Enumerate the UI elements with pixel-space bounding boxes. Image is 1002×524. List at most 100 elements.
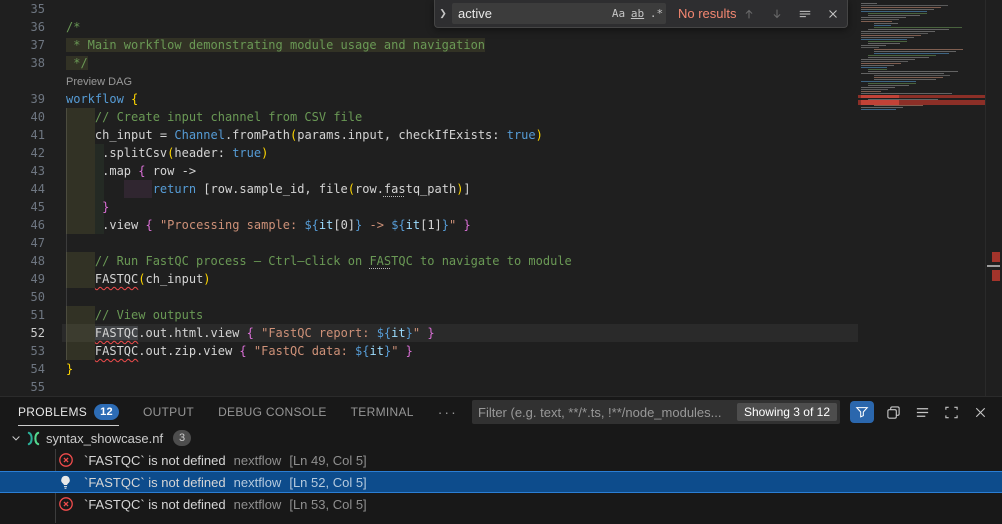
code-line[interactable]: .view { "Processing sample: ${it[0]} -> … <box>62 216 858 234</box>
code-line[interactable] <box>62 234 858 252</box>
tab-problems[interactable]: PROBLEMS 12 <box>18 398 119 426</box>
code-line[interactable]: * Main workflow demonstrating module usa… <box>62 36 858 54</box>
code-token: // Create input channel from CSV file <box>95 110 362 124</box>
minimap-line <box>868 41 907 42</box>
minimap-line <box>868 15 920 16</box>
minimap-line <box>861 21 892 22</box>
code-token: /* <box>66 20 80 34</box>
code-token: [0] <box>333 218 355 232</box>
tab-terminal[interactable]: TERMINAL <box>351 398 414 426</box>
code-area[interactable]: /* * Main workflow demonstrating module … <box>62 0 858 396</box>
code-token: ) <box>203 272 210 286</box>
minimap-line <box>868 69 887 70</box>
code-token: } <box>406 326 413 340</box>
find-widget: ❯ Aa ab .* No results <box>434 0 848 28</box>
find-in-selection-icon[interactable] <box>795 4 814 24</box>
minimap[interactable] <box>858 0 985 396</box>
code-token: -> <box>362 218 391 232</box>
maximize-panel-icon[interactable] <box>942 402 961 422</box>
minimap-line <box>868 13 927 14</box>
overview-ruler[interactable] <box>985 0 1002 396</box>
close-find-widget-icon[interactable] <box>823 4 842 24</box>
view-as-table-icon[interactable] <box>913 402 932 422</box>
chevron-down-icon[interactable] <box>8 432 24 444</box>
problem-row[interactable]: `FASTQC` is not definednextflow[Ln 52, C… <box>0 471 1002 493</box>
next-match-icon[interactable] <box>767 4 786 24</box>
line-number: 46 <box>0 216 62 234</box>
line-number: 39 <box>0 90 62 108</box>
line-number: 49 <box>0 270 62 288</box>
minimap-line <box>861 67 887 68</box>
code-token: { <box>145 218 152 232</box>
code-token: ( <box>348 182 355 196</box>
minimap-error-band <box>858 100 985 105</box>
minimap-line <box>861 87 895 88</box>
code-line[interactable]: FASTQC(ch_input) <box>62 270 858 288</box>
match-case-icon[interactable]: Aa <box>609 7 628 20</box>
line-number <box>0 72 62 90</box>
code-token <box>66 308 95 322</box>
problems-panel: PROBLEMS 12 OUTPUT DEBUG CONSOLE TERMINA… <box>0 396 1002 524</box>
code-line[interactable]: } <box>62 360 858 378</box>
collapse-all-icon[interactable] <box>884 402 903 422</box>
code-line[interactable]: // Create input channel from CSV file <box>62 108 858 126</box>
code-line[interactable]: return [row.sample_id, file(row.fastq_pa… <box>62 180 858 198</box>
code-line[interactable]: .map { row -> <box>62 162 858 180</box>
minimap-line <box>861 19 899 20</box>
code-line[interactable]: .splitCsv(header: true) <box>62 144 858 162</box>
editor-pane[interactable]: 3536373839404142434445464748495051525354… <box>0 0 1002 396</box>
code-line[interactable]: FASTQC.out.zip.view { "FastQC data: ${it… <box>62 342 858 360</box>
filter-funnel-icon[interactable] <box>850 401 874 423</box>
code-line[interactable] <box>62 378 858 396</box>
minimap-line <box>861 61 908 62</box>
line-number: 45 <box>0 198 62 216</box>
code-token <box>66 200 102 214</box>
code-token: Channel <box>174 128 225 142</box>
code-line[interactable]: // View outputs <box>62 306 858 324</box>
more-tabs-icon[interactable]: ··· <box>438 404 458 420</box>
previous-match-icon[interactable] <box>739 4 758 24</box>
minimap-line <box>861 35 921 36</box>
code-line[interactable]: workflow { <box>62 90 858 108</box>
problems-file-group-row[interactable]: syntax_showcase.nf 3 <box>0 427 1002 449</box>
code-line[interactable]: */ <box>62 54 858 72</box>
problems-filter-input[interactable] <box>472 405 737 420</box>
code-token: [row.sample_id, file <box>196 182 348 196</box>
code-token: "FastQC report: <box>261 326 377 340</box>
tab-output[interactable]: OUTPUT <box>143 398 194 426</box>
code-token: { <box>239 344 246 358</box>
whole-word-icon[interactable]: ab <box>628 7 647 20</box>
code-line[interactable]: FASTQC.out.html.view { "FastQC report: $… <box>62 324 858 342</box>
minimap-line <box>874 75 950 76</box>
problem-row[interactable]: `FASTQC` is not definednextflow[Ln 49, C… <box>0 449 1002 471</box>
codelens-preview-dag-link[interactable]: Preview DAG <box>66 76 132 88</box>
regex-icon[interactable]: .* <box>647 7 666 20</box>
toggle-replace-chevron-icon[interactable]: ❯ <box>435 0 451 27</box>
code-token: "Processing sample: <box>160 218 305 232</box>
code-line[interactable] <box>62 288 858 306</box>
minimap-line <box>861 73 944 74</box>
code-token: ch_input <box>146 272 204 286</box>
code-token: } <box>427 326 434 340</box>
code-token: it <box>391 326 405 340</box>
code-token: ${ <box>377 326 391 340</box>
code-token: "FastQC data: <box>254 344 355 358</box>
find-inputbox: Aa ab .* <box>452 3 666 24</box>
tab-debug-console[interactable]: DEBUG CONSOLE <box>218 398 327 426</box>
minimap-line <box>861 93 952 94</box>
code-line[interactable]: // Run FastQC process – Ctrl–click on FA… <box>62 252 858 270</box>
minimap-line <box>861 65 894 66</box>
problem-row[interactable]: `FASTQC` is not definednextflow[Ln 53, C… <box>0 493 1002 515</box>
code-line[interactable]: } <box>62 198 858 216</box>
problems-count-badge: 12 <box>94 404 119 420</box>
minimap-line <box>861 31 935 32</box>
code-lens-row[interactable]: Preview DAG <box>62 72 858 90</box>
minimap-line <box>861 5 948 6</box>
minimap-line <box>861 7 941 8</box>
minimap-line <box>874 77 943 78</box>
code-token: row. <box>355 182 384 196</box>
file-problem-count-badge: 3 <box>173 430 191 446</box>
code-line[interactable]: ch_input = Channel.fromPath(params.input… <box>62 126 858 144</box>
close-panel-icon[interactable] <box>971 402 990 422</box>
find-input[interactable] <box>452 6 609 21</box>
